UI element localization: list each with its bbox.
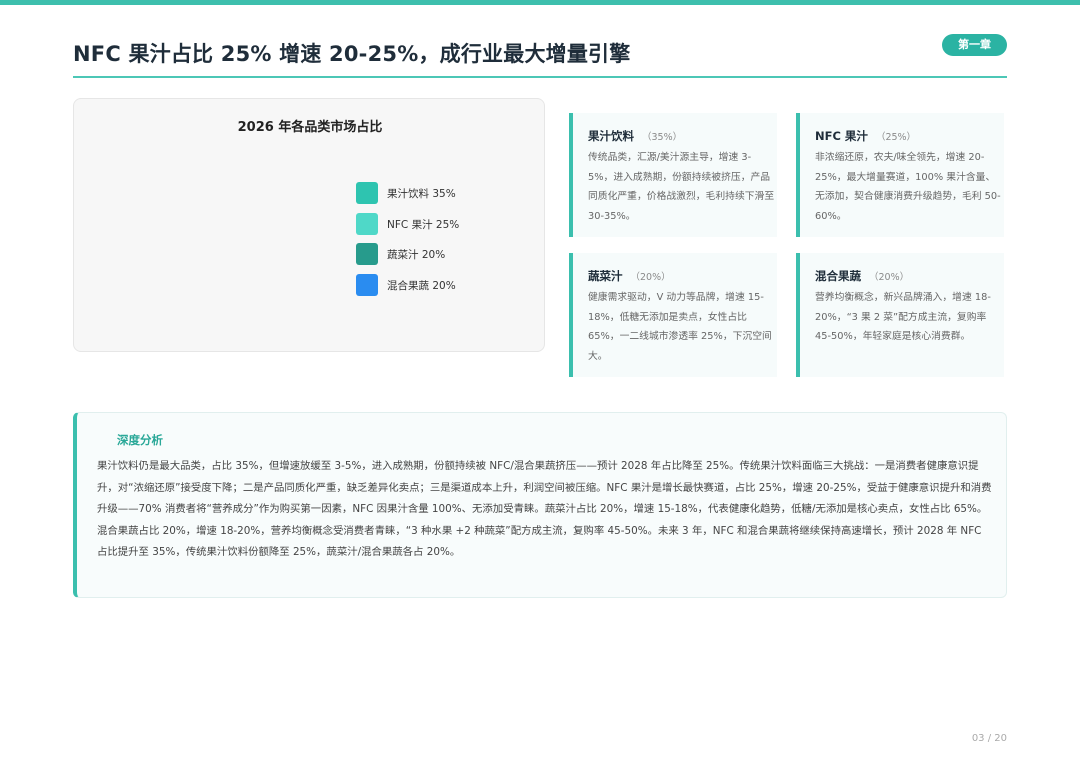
card-share: （35%） (642, 132, 683, 143)
chart-card: 2026 年各品类市场占比 果汁饮料 35% NFC 果汁 25% 蔬菜汁 20… (73, 98, 545, 352)
legend-swatch (356, 213, 378, 235)
chapter-badge: 第一章 (942, 34, 1007, 56)
top-accent-bar (0, 0, 1080, 5)
card-title: NFC 果汁 (815, 129, 868, 143)
card-header: 混合果蔬 （20%） (815, 265, 909, 284)
card-body: 营养均衡概念，新兴品牌涌入，增速 18-20%，“3 果 2 菜”配方成主流，复… (815, 292, 991, 342)
card-vegetable-juice: 蔬菜汁 （20%） 健康需求驱动，V 动力等品牌，增速 15-18%，低糖无添加是… (569, 253, 777, 377)
title-divider (73, 76, 1007, 78)
card-title: 果汁饮料 (588, 129, 634, 143)
card-share: （25%） (875, 132, 917, 143)
card-header: NFC 果汁 （25%） (815, 125, 916, 144)
legend-swatch (356, 274, 378, 296)
card-body: 传统品类，汇源/美汁源主导，增速 3-5%，进入成熟期，份额持续被挤压，产品同质… (588, 152, 775, 222)
card-nfc-juice: NFC 果汁 （25%） 非浓缩还原，农夫/味全领先，增速 20-25%，最大增量… (796, 113, 1004, 237)
analysis-title: 深度分析 (117, 433, 163, 447)
card-header: 蔬菜汁 （20%） (588, 265, 671, 284)
legend-label: 果汁饮料 35% (387, 188, 456, 200)
chart-title: 2026 年各品类市场占比 (237, 120, 383, 135)
legend-swatch (356, 182, 378, 204)
card-title: 蔬菜汁 (588, 269, 623, 283)
legend-label: NFC 果汁 25% (387, 219, 460, 231)
card-body: 非浓缩还原，农夫/味全领先，增速 20-25%，最大增量赛道，100% 果汁含量… (815, 152, 1001, 222)
card-juice-drink: 果汁饮料 （35%） 传统品类，汇源/美汁源主导，增速 3-5%，进入成熟期，份额… (569, 113, 777, 237)
page-number: 03 / 20 (971, 733, 1007, 744)
card-header: 果汁饮料 （35%） (588, 125, 682, 144)
card-share: （20%） (869, 272, 910, 283)
card-title: 混合果蔬 (815, 269, 861, 283)
analysis-body: 果汁饮料仍是最大品类，占比 35%，但增速放缓至 3-5%，进入成熟期，份额持续… (97, 460, 992, 558)
card-mixed: 混合果蔬 （20%） 营养均衡概念，新兴品牌涌入，增速 18-20%，“3 果 2… (796, 253, 1004, 377)
card-body: 健康需求驱动，V 动力等品牌，增速 15-18%，低糖无添加是卖点，女性占比 6… (588, 292, 772, 362)
page-title: NFC 果汁占比 25% 增速 20-25%，成行业最大增量引擎 (73, 42, 631, 66)
analysis-panel: 深度分析 果汁饮料仍是最大品类，占比 35%，但增速放缓至 3-5%，进入成熟期… (73, 412, 1007, 598)
legend-label: 混合果蔬 20% (387, 280, 456, 292)
legend-label: 蔬菜汁 20% (387, 249, 446, 261)
legend-swatch (356, 243, 378, 265)
card-share: （20%） (630, 272, 671, 283)
